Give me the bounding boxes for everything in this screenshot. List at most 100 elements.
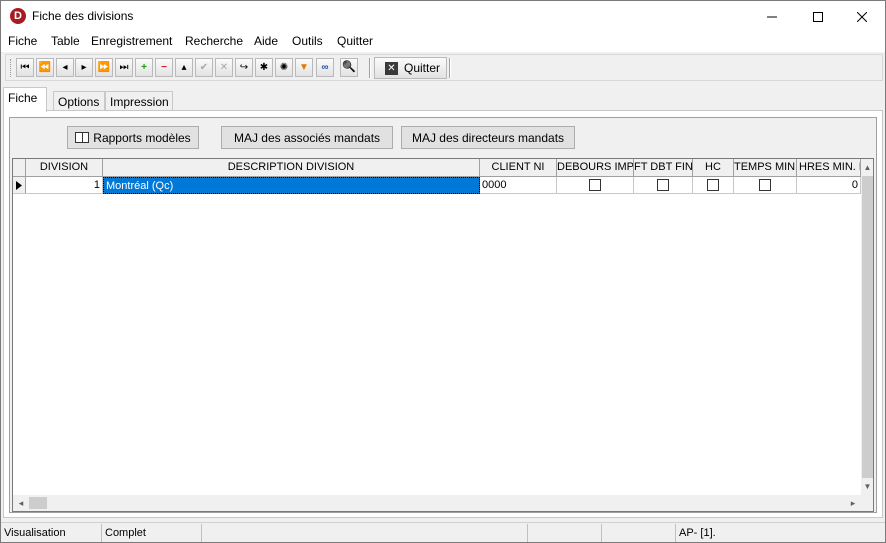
temps-min-checkbox[interactable] (759, 179, 771, 191)
cell-temps-min[interactable] (734, 177, 797, 194)
rapports-modeles-button[interactable]: Rapports modèles (67, 126, 199, 149)
vertical-scrollbar[interactable]: ▲ ▼ (861, 159, 873, 495)
header-debours-imp[interactable]: DEBOURS IMP. (557, 159, 634, 177)
divisions-grid[interactable]: DIVISION DESCRIPTION DIVISION CLIENT NI … (12, 158, 874, 512)
app-logo-icon: D (10, 8, 26, 24)
horizontal-scroll-thumb[interactable] (29, 497, 47, 509)
maj-associes-button[interactable]: MAJ des associés mandats (221, 126, 393, 149)
close-icon (857, 11, 867, 22)
cell-division[interactable]: 1 (26, 177, 103, 194)
tab-fiche[interactable]: Fiche (3, 87, 47, 112)
menu-bar: Fiche Table Enregistrement Recherche Aid… (1, 32, 885, 52)
status-info: AP- [1]. (679, 527, 716, 539)
rapports-modeles-label: Rapports modèles (93, 130, 191, 145)
first-record-button[interactable]: ⏮ (16, 58, 34, 77)
hc-checkbox[interactable] (707, 179, 719, 191)
prev-record-icon: ◂ (62, 61, 68, 73)
menu-recherche[interactable]: Recherche (185, 34, 243, 48)
menu-quitter[interactable]: Quitter (337, 34, 373, 48)
cell-client-ni[interactable]: 0000 (480, 177, 557, 194)
maximize-button[interactable] (795, 1, 841, 32)
add-record-icon: + (141, 61, 147, 73)
header-ft-dbt-fin[interactable]: FT DBT FIN (634, 159, 693, 177)
next-page-icon: ⏩ (97, 61, 111, 73)
main-window: D Fiche des divisions Fiche Table Enregi… (0, 0, 886, 543)
menu-enregistrement[interactable]: Enregistrement (91, 34, 172, 48)
menu-outils[interactable]: Outils (292, 34, 323, 48)
minimize-button[interactable] (749, 1, 795, 32)
debours-imp-checkbox[interactable] (589, 179, 601, 191)
last-record-icon: ⏭ (119, 61, 129, 73)
scroll-down-icon[interactable]: ▼ (861, 478, 873, 495)
cell-debours-imp[interactable] (557, 177, 634, 194)
edit-record-icon: ▴ (181, 61, 187, 73)
delete-record-button[interactable]: − (155, 58, 173, 77)
status-empty-2 (528, 524, 602, 542)
menu-aide[interactable]: Aide (254, 34, 278, 48)
header-client-ni[interactable]: CLIENT NI (480, 159, 557, 177)
prev-page-icon: ⏪ (38, 61, 52, 73)
edit-record-button[interactable]: ▴ (175, 58, 193, 77)
header-hc[interactable]: HC (693, 159, 734, 177)
toolbar-separator (369, 58, 371, 78)
quit-icon: ✕ (385, 61, 398, 75)
filter-button[interactable]: ▼ (295, 58, 313, 77)
filter-icon: ▼ (299, 61, 309, 73)
table-row[interactable]: 1 Montréal (Qc) 0000 0 (13, 177, 861, 194)
refresh-icon: ↪ (239, 61, 249, 73)
tab-impression[interactable]: Impression (105, 91, 173, 111)
ft-dbt-fin-checkbox[interactable] (657, 179, 669, 191)
cell-description[interactable]: Montréal (Qc) (103, 177, 480, 194)
close-button[interactable] (839, 1, 885, 32)
horizontal-scrollbar[interactable]: ◂ ▸ (13, 495, 861, 511)
scroll-corner (861, 495, 873, 511)
cancel-record-button[interactable]: ✕ (215, 58, 233, 77)
cell-hc[interactable] (693, 177, 734, 194)
content-area: Rapports modèles MAJ des associés mandat… (9, 117, 877, 513)
minimize-icon (767, 16, 777, 17)
cell-ft-dbt-fin[interactable] (634, 177, 693, 194)
maj-associes-label: MAJ des associés mandats (233, 130, 381, 145)
menu-table[interactable]: Table (51, 34, 80, 48)
toolbar-grip[interactable] (10, 59, 13, 77)
header-indicator (13, 159, 26, 177)
header-description[interactable]: DESCRIPTION DIVISION (103, 159, 480, 177)
next-record-button[interactable]: ▸ (75, 58, 93, 77)
header-division[interactable]: DIVISION (26, 159, 103, 177)
vertical-scroll-thumb[interactable] (862, 176, 873, 478)
title-bar: D Fiche des divisions (1, 1, 885, 32)
add-record-button[interactable]: + (135, 58, 153, 77)
scroll-left-icon[interactable]: ◂ (13, 495, 29, 511)
post-record-button[interactable]: ✔ (195, 58, 213, 77)
binoculars-button[interactable]: ∞ (316, 58, 334, 77)
tab-strip: Fiche Options Impression (1, 87, 885, 112)
cancel-record-icon: ✕ (219, 61, 229, 73)
menu-fiche[interactable]: Fiche (8, 34, 37, 48)
search-button[interactable]: 🔍 (340, 58, 358, 77)
toolbar-separator-end (449, 58, 451, 78)
prev-page-button[interactable]: ⏪ (36, 58, 54, 77)
tab-panel-fiche: Rapports modèles MAJ des associés mandat… (3, 110, 883, 518)
refresh-button[interactable]: ↪ (235, 58, 253, 77)
header-temps-min[interactable]: TEMPS MIN. (734, 159, 797, 177)
last-record-button[interactable]: ⏭ (115, 58, 133, 77)
delete-record-icon: − (161, 61, 167, 73)
grid-header: DIVISION DESCRIPTION DIVISION CLIENT NI … (13, 159, 861, 177)
tab-options[interactable]: Options (53, 91, 105, 111)
quit-button[interactable]: ✕ Quitter (374, 57, 447, 79)
scroll-right-icon[interactable]: ▸ (845, 495, 861, 511)
asterisk-alt-button[interactable]: ✺ (275, 58, 293, 77)
maj-directeurs-button[interactable]: MAJ des directeurs mandats (401, 126, 575, 149)
prev-record-button[interactable]: ◂ (56, 58, 74, 77)
scroll-up-icon[interactable]: ▲ (861, 159, 873, 176)
header-hres-min[interactable]: HRES MIN. PL (797, 159, 861, 177)
row-indicator (13, 177, 26, 194)
quit-button-label: Quitter (404, 61, 441, 75)
toolbar: ⏮ ⏪ ◂ ▸ ⏩ ⏭ + − ▴ ✔ ✕ ↪ ✱ ✺ ▼ ∞ 🔍 ✕ Quitter (5, 54, 883, 81)
asterisk-alt-icon: ✺ (279, 61, 289, 73)
asterisk-button[interactable]: ✱ (255, 58, 273, 77)
cell-hres-min[interactable]: 0 (797, 177, 861, 194)
maximize-icon (813, 11, 823, 22)
next-page-button[interactable]: ⏩ (95, 58, 113, 77)
window-title: Fiche des divisions (32, 9, 134, 23)
